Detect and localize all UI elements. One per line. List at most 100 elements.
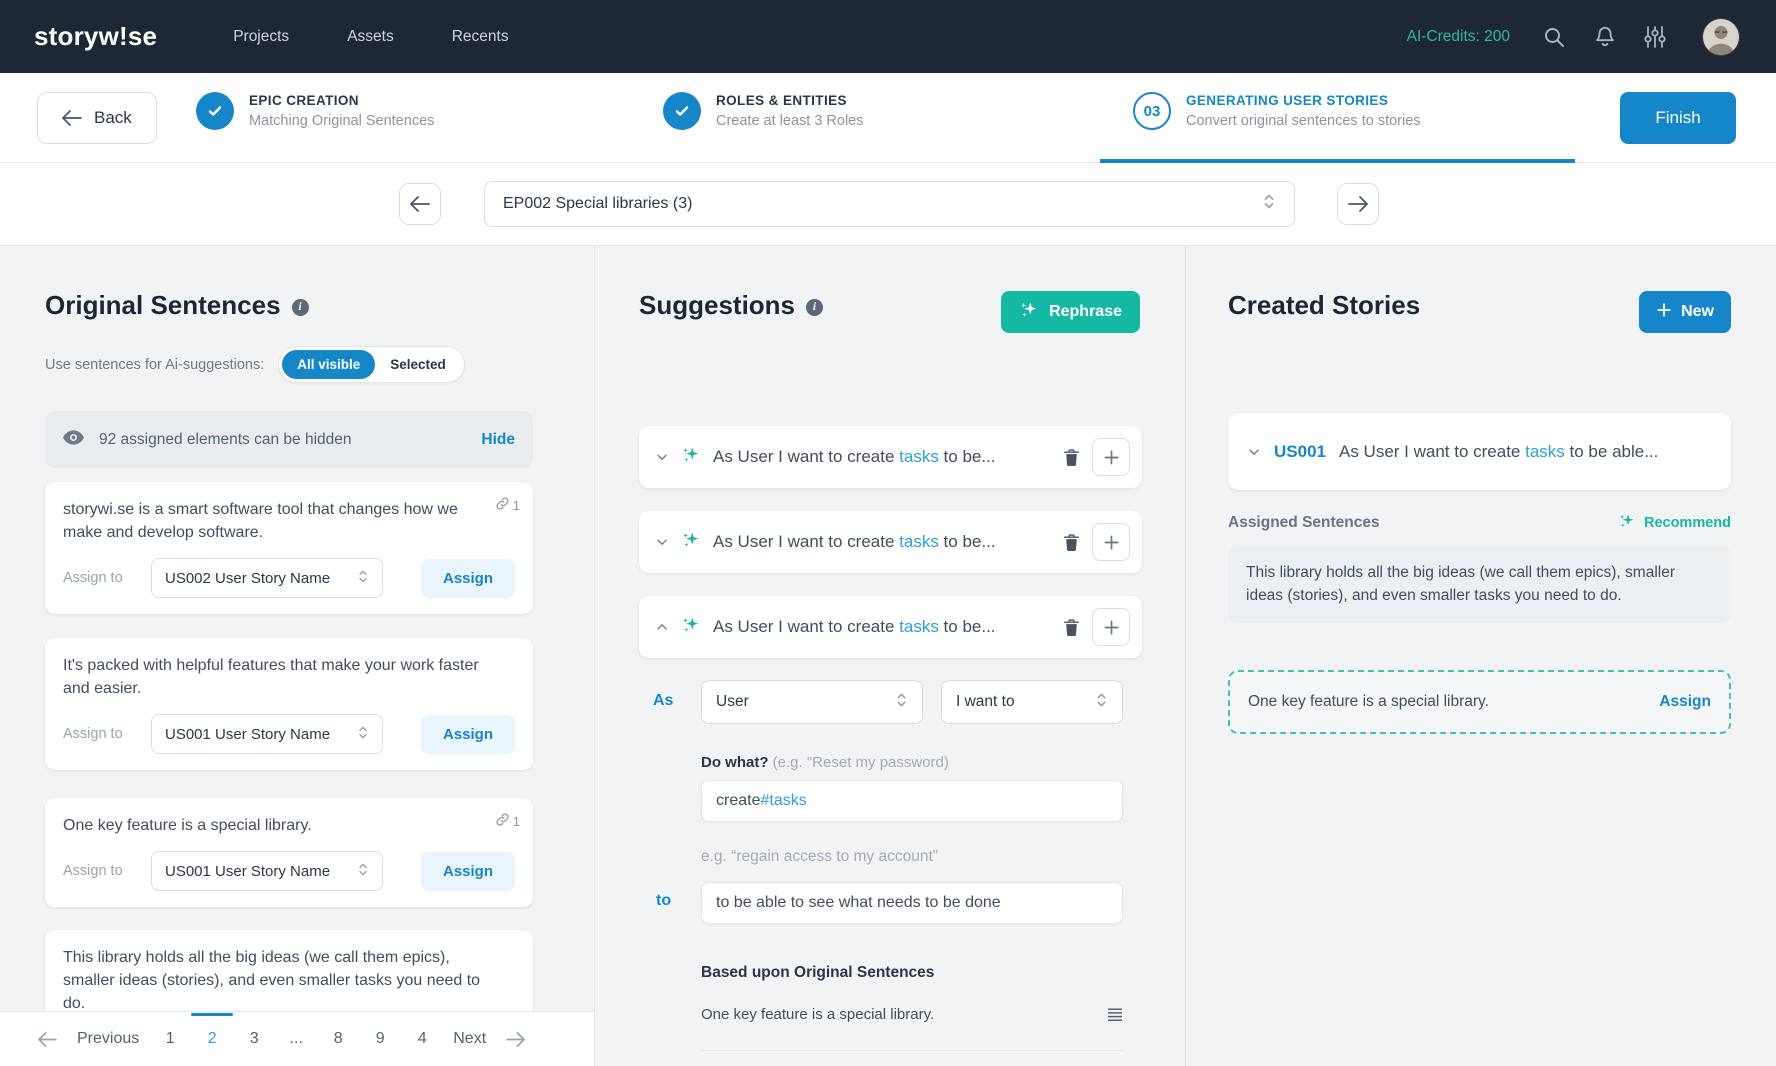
avatar[interactable] — [1702, 18, 1740, 56]
info-icon[interactable]: i — [292, 299, 309, 316]
arrow-right-icon[interactable] — [506, 1032, 525, 1047]
visibility-toggle: All visible Selected — [278, 346, 465, 383]
back-button[interactable]: Back — [37, 92, 157, 144]
divider — [701, 1050, 1123, 1051]
sparkles-icon — [1019, 300, 1039, 325]
chevron-up-icon[interactable] — [655, 620, 669, 634]
suggestion-text-suffix: to be... — [939, 447, 996, 466]
toggle-label: Use sentences for Ai-suggestions: — [45, 357, 264, 373]
chevron-down-icon[interactable] — [1247, 445, 1261, 459]
assigned-sentences-row: Assigned Sentences Recommend — [1228, 512, 1731, 534]
story-select[interactable]: US001 User Story Name — [151, 851, 383, 891]
pagination-next[interactable]: Next — [453, 1030, 486, 1048]
page-2-active[interactable]: 2 — [201, 1030, 223, 1048]
assign-link[interactable]: Assign — [1659, 693, 1711, 711]
based-sentence-item: One key feature is a special library. — [701, 1006, 1123, 1023]
rephrase-button[interactable]: Rephrase — [1001, 291, 1140, 333]
assign-button[interactable]: Assign — [421, 852, 515, 891]
hidden-elements-banner: 92 assigned elements can be hidden Hide — [45, 411, 533, 468]
sentence-card: 1 One key feature is a special library. … — [45, 798, 533, 907]
page-9[interactable]: 9 — [369, 1030, 391, 1048]
assigned-sentence-card: This library holds all the big ideas (we… — [1228, 546, 1731, 623]
page-4[interactable]: 4 — [411, 1030, 433, 1048]
role-select[interactable]: User — [701, 680, 923, 724]
hide-link[interactable]: Hide — [481, 431, 515, 449]
assign-row: Assign to US001 User Story Name Assign — [63, 851, 515, 891]
recommend-button[interactable]: Recommend — [1618, 512, 1731, 534]
trash-icon[interactable] — [1063, 533, 1080, 552]
story-card[interactable]: US001 As User I want to create tasks to … — [1228, 413, 1731, 490]
pagination-previous[interactable]: Previous — [77, 1030, 139, 1048]
step3-number-badge: 03 — [1133, 92, 1171, 130]
arrow-left-icon — [62, 110, 82, 126]
step2-title: ROLES & ENTITIES — [716, 93, 864, 108]
logo[interactable]: storyw!se — [34, 21, 157, 52]
add-suggestion-button[interactable] — [1092, 608, 1130, 646]
page-3[interactable]: 3 — [243, 1030, 265, 1048]
page-1[interactable]: 1 — [159, 1030, 181, 1048]
story-id: US001 — [1274, 442, 1326, 462]
nav-item-assets[interactable]: Assets — [347, 28, 394, 46]
role-select-value: User — [716, 693, 749, 711]
step3-title: GENERATING USER STORIES — [1186, 93, 1421, 108]
epic-prev-button[interactable] — [399, 183, 441, 225]
add-suggestion-button[interactable] — [1092, 523, 1130, 561]
check-icon — [196, 92, 234, 130]
suggestion-text-prefix: As User I want to create — [713, 532, 899, 551]
new-story-button[interactable]: New — [1639, 291, 1731, 333]
story-select[interactable]: US001 User Story Name — [151, 714, 383, 754]
select-chevrons-icon — [895, 692, 908, 713]
story-select[interactable]: US002 User Story Name — [151, 558, 383, 598]
want-select[interactable]: I want to — [941, 680, 1123, 724]
pagination-bar: Previous 1 2 3 ... 8 9 4 Next — [0, 1011, 594, 1066]
drag-handle-icon[interactable] — [1107, 1008, 1123, 1022]
chevron-down-icon[interactable] — [655, 450, 669, 464]
page-8[interactable]: 8 — [327, 1030, 349, 1048]
step-roles-entities[interactable]: ROLES & ENTITIES Create at least 3 Roles — [663, 92, 864, 130]
want-select-value: I want to — [956, 693, 1015, 711]
assign-button[interactable]: Assign — [421, 715, 515, 754]
sliders-icon[interactable] — [1644, 25, 1666, 49]
bell-icon[interactable] — [1594, 25, 1616, 49]
link-count: 1 — [513, 814, 520, 829]
epic-next-button[interactable] — [1337, 183, 1379, 225]
main-content: Original Sentences i Use sentences for A… — [0, 246, 1776, 1066]
assign-button[interactable]: Assign — [421, 559, 515, 598]
story-select-value: US002 User Story Name — [165, 570, 330, 587]
epic-select[interactable]: EP002 Special libraries (3) — [484, 181, 1295, 227]
suggestion-row[interactable]: As User I want to create tasks to be... — [639, 511, 1142, 573]
do-what-input[interactable]: create #tasks — [701, 780, 1123, 822]
finish-button[interactable]: Finish — [1620, 92, 1736, 144]
suggestions-title: Suggestions i — [639, 290, 823, 321]
created-stories-title-text: Created Stories — [1228, 290, 1420, 321]
step-epic-creation[interactable]: EPIC CREATION Matching Original Sentence… — [196, 92, 434, 130]
trash-icon[interactable] — [1063, 618, 1080, 637]
assign-to-label: Assign to — [63, 726, 139, 742]
arrow-left-icon[interactable] — [38, 1032, 57, 1047]
chevron-down-icon[interactable] — [655, 535, 669, 549]
toggle-all-visible[interactable]: All visible — [282, 350, 375, 379]
eye-icon — [63, 430, 84, 450]
info-icon[interactable]: i — [806, 299, 823, 316]
suggestion-source-toggle-row: Use sentences for Ai-suggestions: All vi… — [45, 346, 465, 383]
nav-item-recents[interactable]: Recents — [452, 28, 509, 46]
nav-item-projects[interactable]: Projects — [233, 28, 289, 46]
suggestion-text-suffix: to be... — [939, 617, 996, 636]
step-generating-user-stories[interactable]: 03 GENERATING USER STORIES Convert origi… — [1133, 92, 1421, 130]
suggestion-row-expanded[interactable]: As User I want to create tasks to be... — [639, 596, 1142, 658]
suggestion-row[interactable]: As User I want to create tasks to be... — [639, 426, 1142, 488]
unassigned-sentence-card: One key feature is a special library. As… — [1228, 670, 1731, 734]
add-suggestion-button[interactable] — [1092, 438, 1130, 476]
trash-icon[interactable] — [1063, 448, 1080, 467]
search-icon[interactable] — [1542, 25, 1566, 49]
suggestion-text-suffix: to be... — [939, 532, 996, 551]
created-stories-title: Created Stories — [1228, 290, 1420, 321]
to-input[interactable]: to be able to see what needs to be done — [701, 882, 1123, 924]
step1-subtitle: Matching Original Sentences — [249, 113, 434, 129]
unassigned-sentence-text: One key feature is a special library. — [1248, 693, 1489, 711]
step3-subtitle: Convert original sentences to stories — [1186, 113, 1421, 129]
page-ellipsis: ... — [285, 1030, 307, 1048]
link-count-badge: 1 — [495, 812, 520, 830]
based-upon-title: Based upon Original Sentences — [701, 964, 934, 982]
toggle-selected[interactable]: Selected — [375, 350, 461, 379]
